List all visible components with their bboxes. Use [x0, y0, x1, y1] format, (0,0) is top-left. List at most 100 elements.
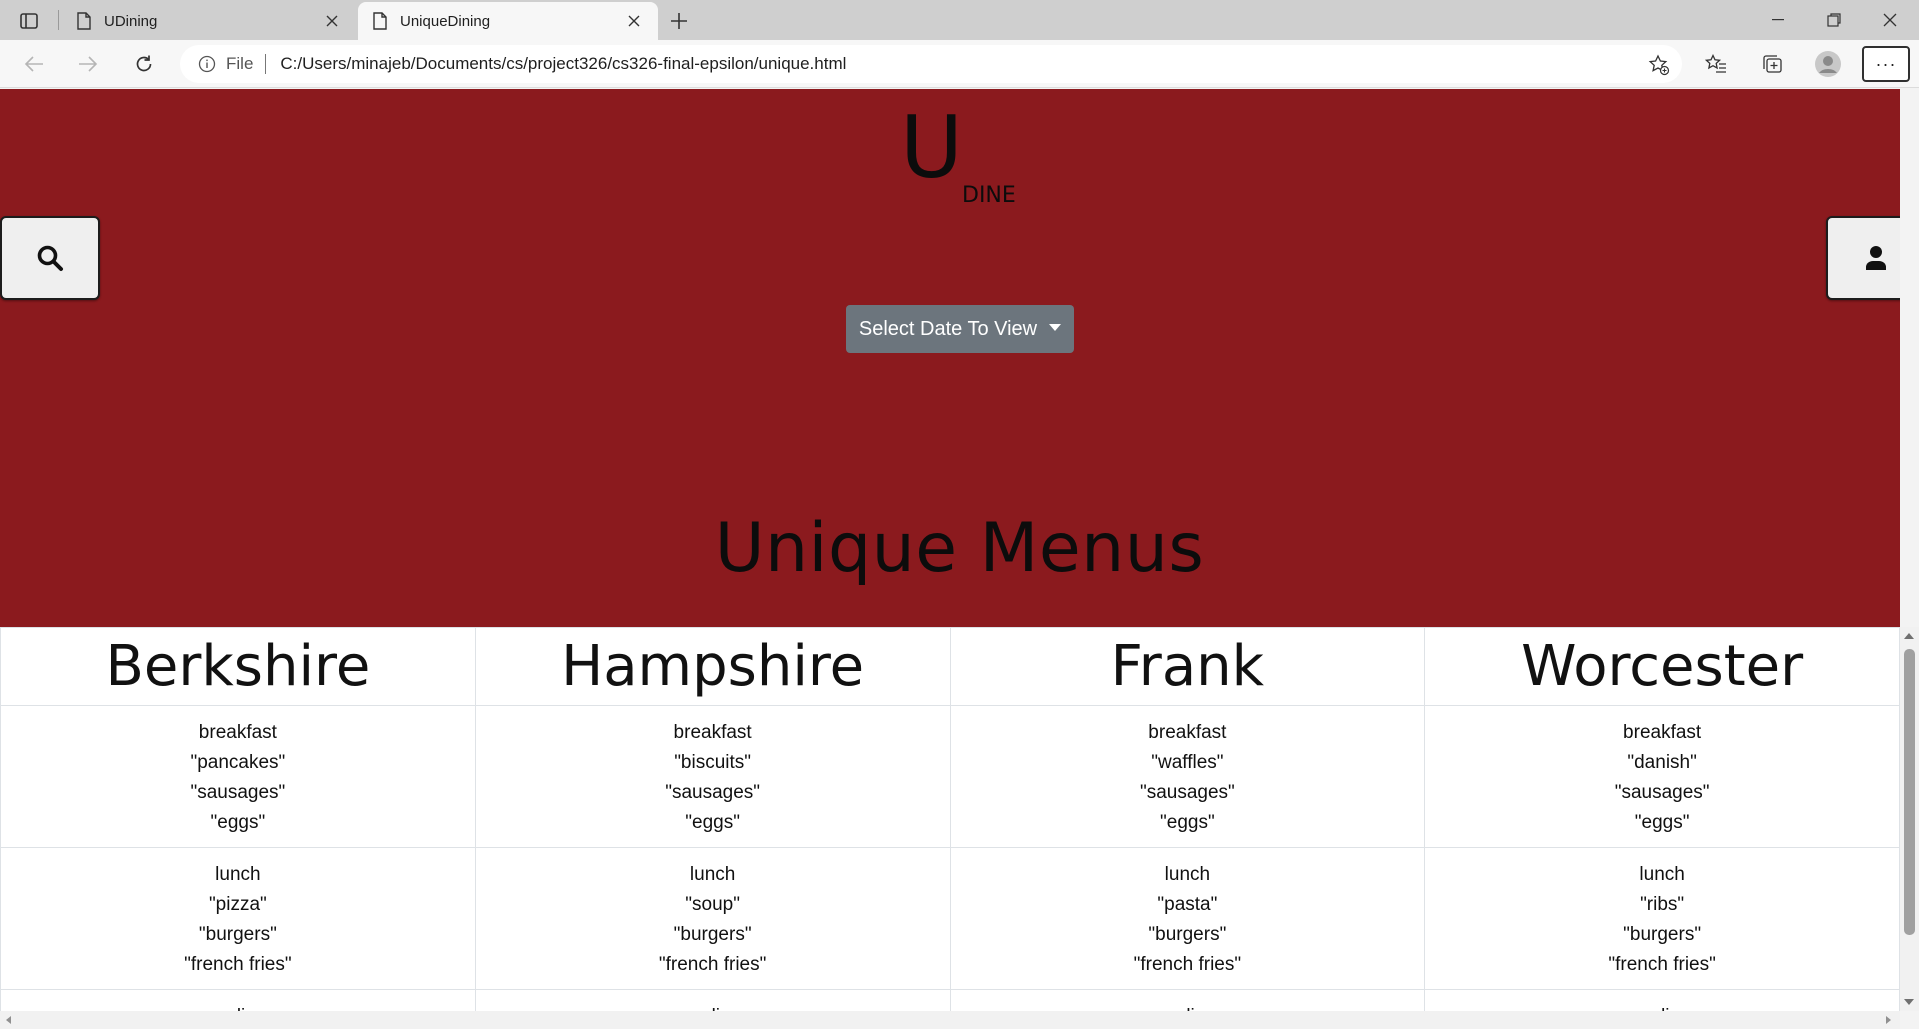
column-header: Worcester	[1424, 627, 1900, 706]
meal-name: breakfast	[1623, 722, 1702, 743]
menu-item: "french fries"	[184, 954, 292, 975]
table-row: lunch "pizza" "burgers" "french fries" l…	[0, 847, 1900, 990]
menu-item: "danish"	[1627, 752, 1697, 773]
menu-table-container: Berkshire Hampshire Frank Worcester brea…	[0, 627, 1900, 1011]
menu-item: "eggs"	[210, 812, 266, 833]
logo-subtext: DINE	[962, 183, 1016, 208]
scroll-left-icon[interactable]	[6, 1016, 11, 1024]
menu-item: "pasta"	[1157, 894, 1218, 915]
info-icon[interactable]	[198, 55, 216, 73]
tab-title: UniqueDining	[400, 12, 491, 30]
meal-name: lunch	[689, 864, 736, 885]
search-icon	[37, 245, 63, 271]
menu-item: "french fries"	[1608, 954, 1716, 975]
menu-cell: lunch "pizza" "burgers" "french fries"	[0, 847, 476, 990]
menu-item: "eggs"	[1634, 812, 1690, 833]
table-row: breakfast "pancakes" "sausages" "eggs" b…	[0, 705, 1900, 848]
tab-actions-icon[interactable]	[16, 8, 42, 34]
browser-tab-bar: UDining UniqueDining	[0, 0, 1919, 40]
scheme-label: File	[226, 54, 254, 73]
close-tab-icon[interactable]	[322, 11, 342, 31]
menu-item: "waffles"	[1151, 752, 1224, 773]
menu-item: "ribs"	[1640, 894, 1685, 915]
restore-icon[interactable]	[1814, 6, 1854, 34]
menu-item: "french fries"	[658, 954, 767, 975]
menu-cell: breakfast "biscuits" "sausages" "eggs"	[474, 705, 951, 848]
page-icon	[373, 12, 387, 30]
column-header: Frank	[949, 627, 1426, 706]
scroll-right-icon[interactable]	[1886, 1016, 1891, 1024]
menu-cell: di	[1424, 989, 1900, 1011]
page-title: Unique Menus	[714, 509, 1205, 588]
collections-icon[interactable]	[1756, 48, 1788, 80]
column-header: Hampshire	[474, 627, 951, 706]
address-bar[interactable]: File C:/Users/minajeb/Documents/cs/proje…	[180, 45, 1682, 83]
tab-separator	[58, 10, 59, 30]
search-button[interactable]	[0, 216, 100, 300]
meal-name: di	[1425, 1002, 1899, 1011]
new-tab-icon[interactable]	[666, 8, 692, 34]
vertical-scrollbar[interactable]	[1900, 627, 1919, 1011]
back-arrow-icon[interactable]	[18, 48, 50, 80]
menu-item: "sausages"	[190, 782, 286, 803]
close-window-icon[interactable]	[1870, 6, 1910, 34]
meal-name: breakfast	[198, 722, 277, 743]
menu-item: "pizza"	[208, 894, 267, 915]
menu-cell: lunch "pasta" "burgers" "french fries"	[949, 847, 1426, 990]
profile-button[interactable]	[1826, 216, 1900, 300]
column-header: Berkshire	[0, 627, 476, 706]
scroll-up-icon[interactable]	[1904, 633, 1914, 639]
menu-table: Berkshire Hampshire Frank Worcester brea…	[0, 627, 1900, 1011]
favorites-icon[interactable]	[1700, 48, 1732, 80]
menu-cell: di	[474, 989, 951, 1011]
menu-item: "burgers"	[198, 924, 277, 945]
menu-cell: lunch "ribs" "burgers" "french fries"	[1424, 847, 1900, 990]
menu-item: "soup"	[685, 894, 740, 915]
meal-name: lunch	[1639, 864, 1685, 885]
meal-name: di	[951, 1002, 1425, 1011]
forward-arrow-icon[interactable]	[72, 48, 104, 80]
tab-uniquedining[interactable]: UniqueDining	[358, 2, 658, 40]
menu-cell: di	[949, 989, 1426, 1011]
meal-name: di	[476, 1002, 950, 1011]
menu-cell: breakfast "pancakes" "sausages" "eggs"	[0, 705, 476, 848]
menu-item: "burgers"	[1623, 924, 1702, 945]
menu-cell: di	[0, 989, 476, 1011]
scroll-down-icon[interactable]	[1904, 999, 1914, 1005]
tab-udining[interactable]: UDining	[62, 2, 356, 40]
menu-item: "sausages"	[665, 782, 761, 803]
menu-cell: breakfast "danish" "sausages" "eggs"	[1424, 705, 1900, 848]
tab-title: UDining	[104, 12, 158, 30]
more-options-button[interactable]: ···	[1862, 46, 1910, 82]
url-text[interactable]: C:/Users/minajeb/Documents/cs/project326…	[280, 54, 846, 74]
meal-name: di	[1, 1002, 475, 1011]
menu-item: "sausages"	[1614, 782, 1710, 803]
menu-item: "burgers"	[1148, 924, 1227, 945]
horizontal-scrollbar[interactable]	[0, 1011, 1900, 1029]
refresh-icon[interactable]	[128, 48, 160, 80]
caret-down-icon	[1049, 323, 1062, 331]
menu-cell: breakfast "waffles" "sausages" "eggs"	[949, 705, 1426, 848]
scrollbar-thumb[interactable]	[1904, 649, 1915, 935]
minimize-icon[interactable]	[1758, 6, 1798, 34]
dropdown-label: Select Date To View	[858, 317, 1038, 340]
address-divider	[265, 54, 267, 74]
table-header-row: Berkshire Hampshire Frank Worcester	[0, 627, 1900, 706]
profile-avatar-icon[interactable]	[1812, 48, 1844, 80]
meal-name: breakfast	[1148, 722, 1227, 743]
menu-cell: lunch "soup" "burgers" "french fries"	[474, 847, 951, 990]
select-date-dropdown[interactable]: Select Date To View	[846, 305, 1074, 353]
table-row: di di di di	[0, 989, 1900, 1011]
menu-item: "sausages"	[1139, 782, 1235, 803]
meal-name: lunch	[1164, 864, 1211, 885]
menu-item: "pancakes"	[190, 752, 286, 773]
close-tab-icon[interactable]	[624, 11, 644, 31]
add-favorite-icon[interactable]	[1648, 54, 1670, 76]
menu-item: "burgers"	[673, 924, 752, 945]
logo-letter: U	[900, 98, 963, 198]
user-icon	[1866, 246, 1886, 270]
meal-name: lunch	[215, 864, 261, 885]
menu-item: "biscuits"	[674, 752, 752, 773]
meal-name: breakfast	[673, 722, 752, 743]
page-icon	[77, 12, 91, 30]
